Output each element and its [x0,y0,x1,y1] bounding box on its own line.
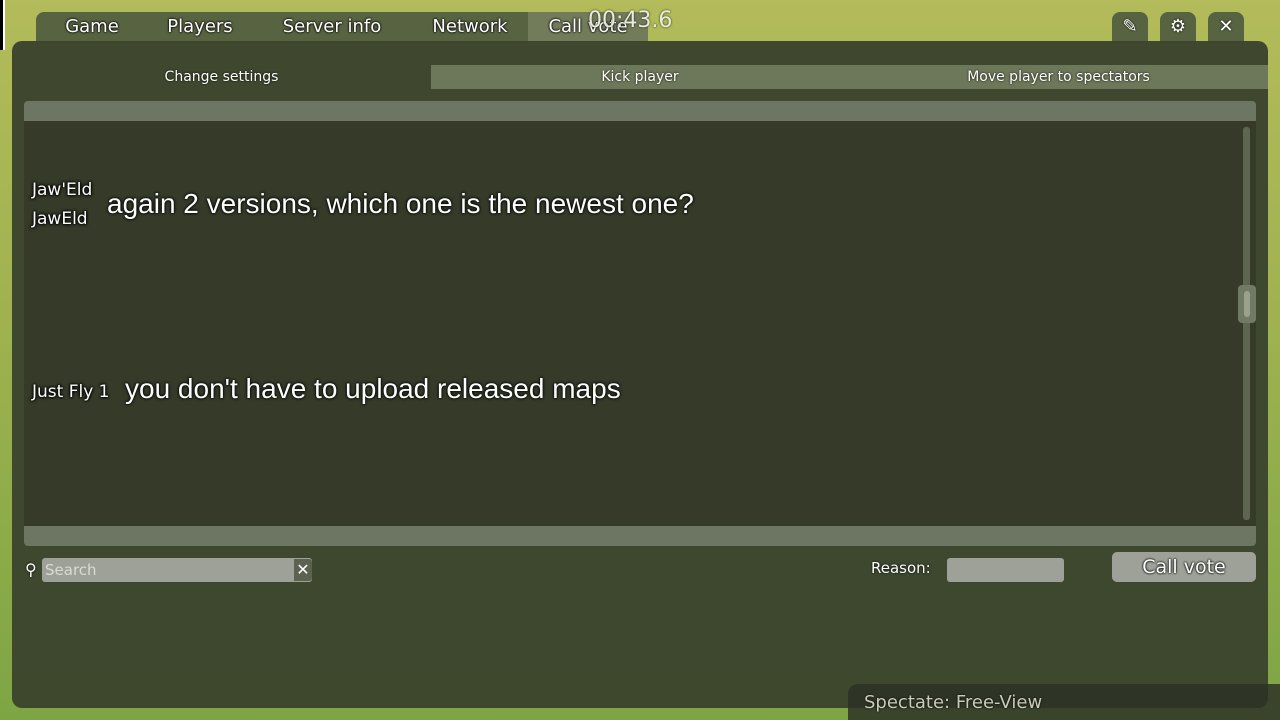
left-edge-marker [0,0,5,50]
spectate-mode-label: Spectate: Free-View [864,692,1043,713]
search-icon: ⚲ [25,560,37,579]
list-footer [24,526,1256,546]
chat-sender-name: Jaw'Eld [32,180,93,200]
list-scrollbar-track[interactable] [1243,127,1250,520]
chat-message: you don't have to upload released maps [125,373,621,404]
tab-players[interactable]: Players [146,12,254,42]
list-header [24,101,1256,121]
chat-sender-name: JawEld [32,209,88,229]
reason-label: Reason: [871,559,931,577]
tab-server-info[interactable]: Server info [266,12,398,42]
subtab-change-settings[interactable]: Change settings [12,65,431,89]
round-timer: 00:43.6 [588,8,673,33]
search-input[interactable] [42,558,294,582]
search-field[interactable] [42,558,312,582]
list-scrollbar-thumb[interactable] [1238,285,1256,323]
chat-sender-name: Just Fly 1 [32,382,110,402]
reason-input[interactable] [947,558,1064,582]
clear-search-icon[interactable]: ✕ [294,559,312,581]
close-icon[interactable]: ✕ [1208,12,1244,42]
subtab-kick-player[interactable]: Kick player [431,65,849,89]
edit-icon[interactable]: ✎ [1112,12,1148,42]
chat-message: again 2 versions, which one is the newes… [107,188,694,219]
tab-network[interactable]: Network [416,12,524,42]
tab-game[interactable]: Game [46,12,138,42]
gear-icon[interactable]: ⚙ [1160,12,1196,42]
subtab-move-to-spectators[interactable]: Move player to spectators [849,65,1268,89]
vote-option-list[interactable] [24,121,1256,526]
call-vote-button[interactable]: Call vote [1112,552,1256,582]
